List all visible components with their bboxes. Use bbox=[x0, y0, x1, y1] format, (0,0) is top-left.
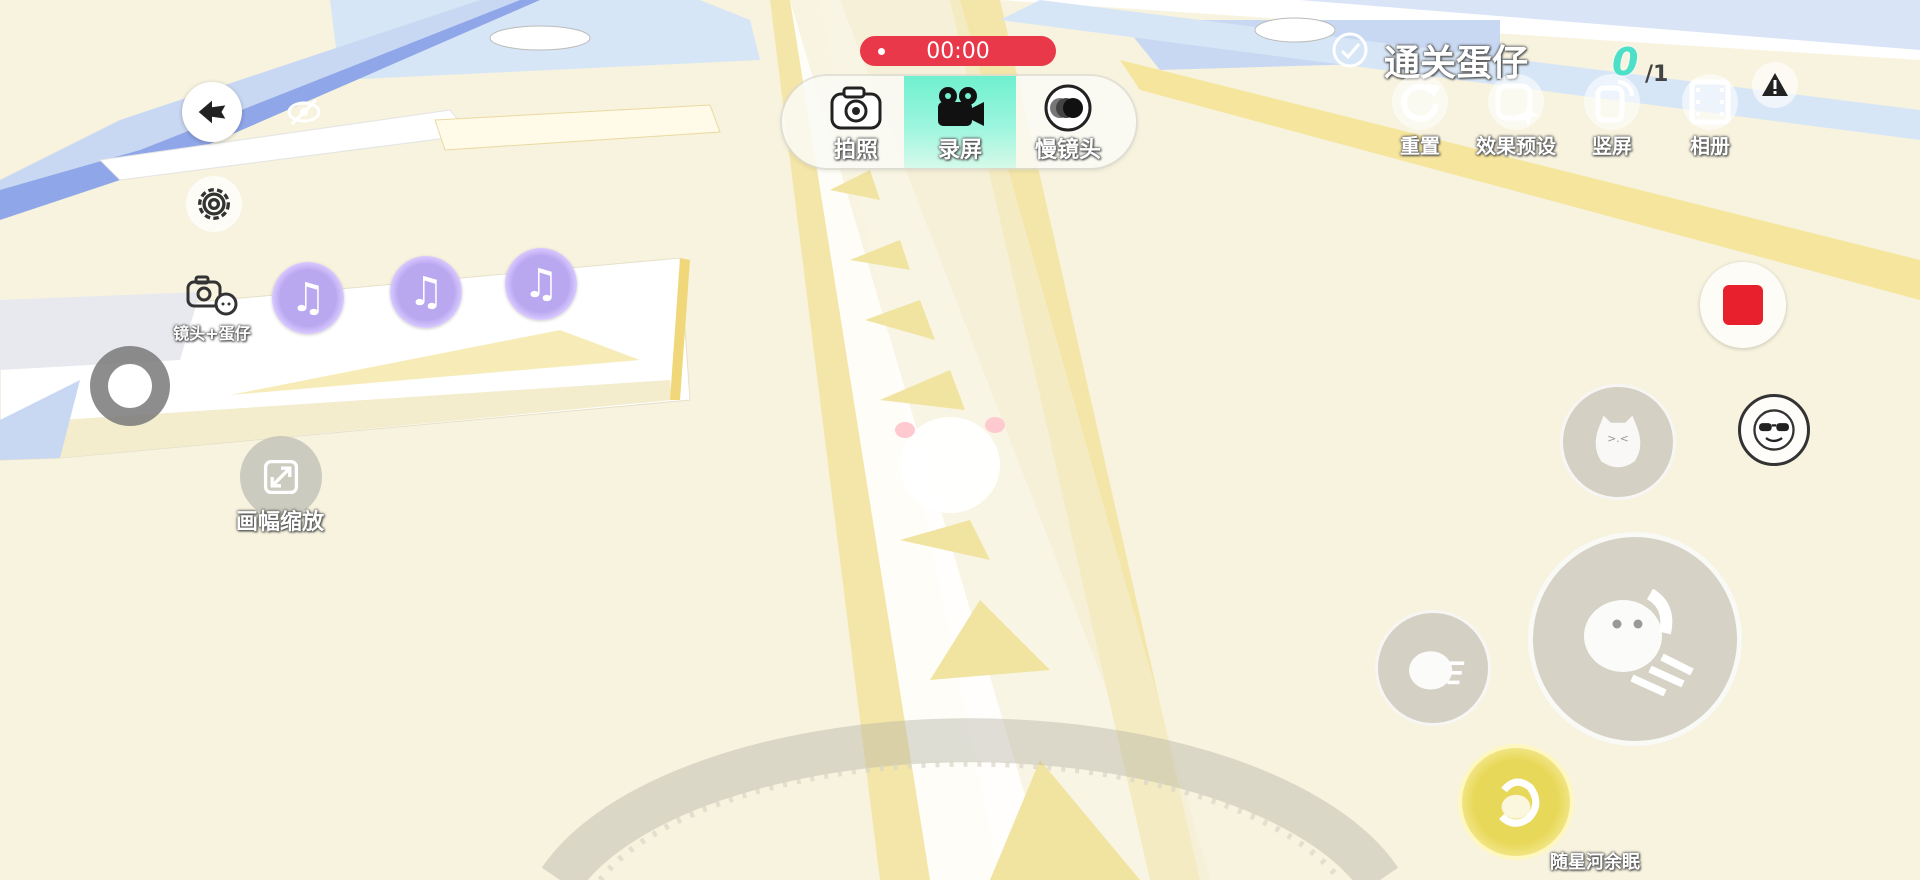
frame-zoom-label: 画幅缩放 bbox=[235, 510, 324, 535]
music-button-2[interactable]: ♫ bbox=[390, 256, 462, 328]
svg-text:>.<: >.< bbox=[1607, 432, 1629, 445]
reset-icon bbox=[1392, 74, 1448, 130]
jump-button[interactable] bbox=[1528, 532, 1742, 746]
gear-icon bbox=[198, 188, 230, 220]
reset-button[interactable]: 重置 bbox=[1378, 74, 1462, 164]
watermark-text: 随星河余眠 bbox=[1550, 852, 1640, 873]
film-album-icon bbox=[1682, 74, 1738, 130]
egg-jump-icon bbox=[1584, 588, 1694, 697]
camera-icon bbox=[830, 86, 882, 130]
slow-motion-icon bbox=[1044, 84, 1092, 132]
music-note-icon: ♫ bbox=[408, 269, 444, 315]
mode-photo-button[interactable]: 拍照 bbox=[800, 76, 912, 168]
objective-check-icon bbox=[1330, 30, 1370, 70]
camera-egg-button[interactable] bbox=[184, 272, 240, 320]
effect-preset-icon bbox=[1488, 74, 1544, 130]
reset-label: 重置 bbox=[1400, 134, 1440, 158]
capture-mode-switcher: 拍照 录屏 慢镜头 bbox=[782, 76, 1136, 168]
album-label: 相册 bbox=[1690, 134, 1730, 158]
joystick-knob[interactable] bbox=[90, 346, 170, 426]
report-button[interactable] bbox=[1752, 62, 1798, 108]
settings-button[interactable] bbox=[186, 176, 242, 232]
grab-button[interactable]: >.< bbox=[1560, 384, 1676, 500]
back-button[interactable] bbox=[182, 82, 242, 142]
sunglasses-face-icon bbox=[1753, 409, 1795, 451]
mode-photo-label: 拍照 bbox=[833, 138, 878, 163]
mode-slowmo-button[interactable]: 慢镜头 bbox=[1012, 76, 1124, 168]
camera-egg-icon bbox=[186, 275, 238, 316]
skill-button[interactable] bbox=[1458, 744, 1574, 860]
stop-record-button[interactable] bbox=[1700, 262, 1786, 348]
portrait-label: 竖屏 bbox=[1592, 134, 1632, 158]
portrait-button[interactable]: 竖屏 bbox=[1570, 74, 1654, 164]
effect-preset-button[interactable]: 效果预设 bbox=[1474, 74, 1558, 164]
music-button-3[interactable]: ♫ bbox=[505, 248, 577, 320]
portrait-rotate-icon bbox=[1584, 74, 1640, 130]
album-button[interactable]: 相册 bbox=[1668, 74, 1752, 164]
warning-icon bbox=[1762, 73, 1788, 96]
egg-skill-icon bbox=[1499, 778, 1540, 827]
music-note-icon: ♫ bbox=[290, 275, 326, 321]
music-button-1[interactable]: ♫ bbox=[272, 262, 344, 334]
eye-hidden-icon bbox=[287, 98, 321, 126]
video-camera-icon bbox=[938, 87, 984, 126]
dive-button[interactable] bbox=[1375, 610, 1491, 726]
back-arrow-icon bbox=[198, 100, 226, 124]
mode-slowmo-label: 慢镜头 bbox=[1034, 138, 1101, 163]
emote-button[interactable] bbox=[1738, 394, 1810, 466]
hide-ui-button[interactable] bbox=[280, 88, 328, 136]
mode-record-button[interactable]: 录屏 bbox=[904, 76, 1016, 168]
recording-timer-text: 00:00 bbox=[926, 38, 990, 64]
recording-timer: 00:00 bbox=[860, 36, 1056, 66]
stop-icon bbox=[1723, 285, 1763, 325]
resize-icon bbox=[263, 459, 299, 495]
music-note-icon: ♫ bbox=[523, 261, 559, 307]
egg-dive-icon bbox=[1409, 651, 1465, 690]
egg-grab-icon: >.< bbox=[1595, 415, 1641, 468]
recording-dot-icon bbox=[878, 48, 885, 55]
camera-egg-label: 镜头+蛋仔 bbox=[173, 324, 251, 343]
mode-record-label: 录屏 bbox=[937, 138, 982, 163]
effect-preset-label: 效果预设 bbox=[1476, 134, 1556, 158]
